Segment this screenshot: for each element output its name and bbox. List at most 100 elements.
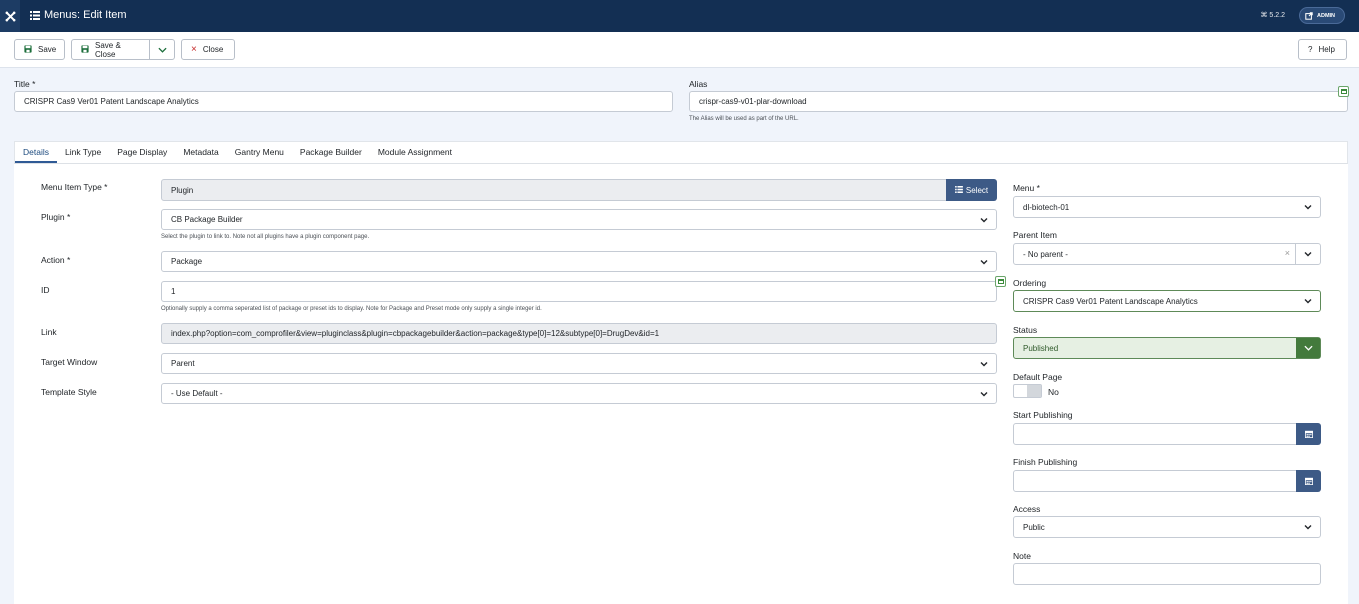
- default-page-toggle[interactable]: [1013, 384, 1042, 398]
- parent-item-select[interactable]: - No parent - ×: [1013, 243, 1321, 265]
- list-icon: [954, 185, 963, 195]
- top-bar: Menus: Edit Item ⌘ 5.2.2 ADMIN: [0, 0, 1359, 32]
- alias-input[interactable]: crispr-cas9-v01-plar-download: [689, 91, 1348, 112]
- tab-page-display[interactable]: Page Display: [109, 142, 175, 163]
- calendar-icon: [1304, 430, 1313, 438]
- save-icon: [24, 44, 32, 55]
- start-calendar-button[interactable]: [1296, 423, 1321, 445]
- version-text: 5.2.2: [1269, 12, 1285, 19]
- menu-label: Menu *: [1013, 183, 1040, 193]
- access-value: Public: [1023, 522, 1045, 532]
- ordering-label: Ordering: [1013, 278, 1047, 288]
- menu-value: dl-biotech-01: [1023, 202, 1070, 212]
- tab-module-assignment[interactable]: Module Assignment: [370, 142, 460, 163]
- action-label: Action *: [41, 255, 71, 265]
- close-label: Close: [202, 45, 224, 54]
- tab-link-type[interactable]: Link Type: [57, 142, 109, 163]
- template-style-label: Template Style: [41, 387, 97, 397]
- chevron-down-icon: [1296, 338, 1320, 358]
- toolbar: Save Save & Close × Close ? Help: [0, 32, 1359, 68]
- default-page-label: Default Page: [1013, 372, 1063, 382]
- save-close-label: Save & Close: [95, 40, 121, 59]
- menu-select[interactable]: dl-biotech-01: [1013, 196, 1321, 218]
- joomla-mini-icon: ⌘: [1260, 12, 1268, 19]
- target-window-value: Parent: [171, 359, 195, 368]
- close-icon: ×: [191, 43, 197, 55]
- id-label: ID: [41, 285, 50, 295]
- close-button[interactable]: × Close: [181, 39, 235, 60]
- chevron-down-icon: [980, 218, 988, 223]
- note-input[interactable]: [1013, 563, 1321, 585]
- save-dropdown-toggle[interactable]: [149, 39, 175, 60]
- chevron-down-icon: [157, 47, 167, 53]
- template-style-value: - Use Default -: [171, 389, 223, 398]
- plugin-label: Plugin *: [41, 212, 71, 222]
- page-title: Menus: Edit Item: [30, 9, 127, 21]
- start-publishing-label: Start Publishing: [1013, 410, 1073, 420]
- edit-field-icon[interactable]: [995, 276, 1006, 287]
- start-publishing-input[interactable]: [1013, 423, 1297, 445]
- finish-calendar-button[interactable]: [1296, 470, 1321, 492]
- chevron-down-icon: [1304, 525, 1312, 530]
- finish-publishing-label: Finish Publishing: [1013, 457, 1078, 467]
- link-field: index.php?option=com_comprofiler&view=pl…: [161, 323, 997, 344]
- plugin-help: Select the plugin to link to. Note not a…: [161, 234, 370, 240]
- tab-details[interactable]: Details: [15, 142, 57, 163]
- chevron-down-icon: [980, 362, 988, 367]
- question-icon: ?: [1308, 45, 1313, 54]
- tab-package-builder[interactable]: Package Builder: [292, 142, 370, 163]
- chevron-down-icon: [980, 260, 988, 265]
- access-select[interactable]: Public: [1013, 516, 1321, 538]
- title-input[interactable]: CRISPR Cas9 Ver01 Patent Landscape Analy…: [14, 91, 673, 112]
- joomla-logo-icon[interactable]: [0, 0, 20, 32]
- version-badge: ⌘ 5.2.2: [1260, 11, 1285, 19]
- edit-field-icon[interactable]: [1338, 86, 1349, 97]
- clear-icon[interactable]: ×: [1285, 248, 1290, 258]
- parent-item-value: - No parent -: [1023, 249, 1068, 259]
- status-label: Status: [1013, 325, 1038, 335]
- ordering-select[interactable]: CRISPR Cas9 Ver01 Patent Landscape Analy…: [1013, 290, 1321, 312]
- calendar-icon: [1304, 477, 1313, 485]
- link-label: Link: [41, 327, 57, 337]
- select-type-button[interactable]: Select: [946, 179, 997, 201]
- plugin-select[interactable]: CB Package Builder: [161, 209, 997, 230]
- save-label: Save: [38, 45, 57, 54]
- tab-gantry-menu[interactable]: Gantry Menu: [227, 142, 292, 163]
- divider: [1295, 244, 1296, 264]
- tab-metadata[interactable]: Metadata: [175, 142, 226, 163]
- save-button[interactable]: Save: [14, 39, 65, 60]
- page-title-text: Menus: Edit Item: [44, 9, 127, 21]
- admin-label: ADMIN: [1317, 12, 1336, 19]
- list-icon: [30, 10, 40, 20]
- template-style-select[interactable]: - Use Default -: [161, 383, 997, 404]
- plugin-value: CB Package Builder: [171, 215, 243, 224]
- title-label: Title *: [14, 79, 36, 89]
- finish-publishing-input[interactable]: [1013, 470, 1297, 492]
- alias-label: Alias: [689, 79, 708, 89]
- external-link-icon: [1305, 11, 1313, 20]
- status-value: Published: [1023, 343, 1059, 353]
- tab-bar: Details Link Type Page Display Metadata …: [14, 141, 1348, 164]
- action-select[interactable]: Package: [161, 251, 997, 272]
- toggle-knob: [1027, 385, 1041, 397]
- save-icon: [81, 44, 89, 55]
- chevron-down-icon: [1304, 252, 1312, 257]
- save-close-button[interactable]: Save & Close: [71, 39, 150, 60]
- ordering-value: CRISPR Cas9 Ver01 Patent Landscape Analy…: [1023, 296, 1198, 306]
- access-label: Access: [1013, 504, 1041, 514]
- help-button[interactable]: ? Help: [1298, 39, 1347, 60]
- id-input[interactable]: 1: [161, 281, 997, 302]
- target-window-select[interactable]: Parent: [161, 353, 997, 374]
- chevron-down-icon: [980, 392, 988, 397]
- help-label: Help: [1318, 45, 1335, 54]
- admin-menu-button[interactable]: ADMIN: [1299, 7, 1345, 24]
- default-page-value: No: [1048, 387, 1059, 397]
- target-window-label: Target Window: [41, 357, 98, 367]
- alias-help: The Alias will be used as part of the UR…: [689, 116, 799, 122]
- menu-item-type-field: Plugin: [161, 179, 947, 201]
- chevron-down-icon: [1304, 205, 1312, 210]
- select-label: Select: [965, 185, 989, 195]
- chevron-down-icon: [1304, 299, 1312, 304]
- parent-item-label: Parent Item: [1013, 230, 1057, 240]
- status-select[interactable]: Published: [1013, 337, 1321, 359]
